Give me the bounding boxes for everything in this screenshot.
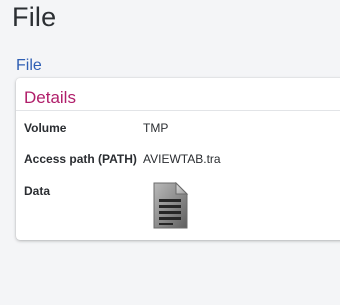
volume-value: TMP	[143, 121, 169, 135]
access-path-value: AVIEWTAB.tra	[143, 152, 221, 166]
details-card: Details Volume TMP Access path (PATH) AV…	[16, 78, 340, 240]
details-title: Details	[24, 88, 76, 107]
page-title: File	[12, 2, 57, 32]
file-section-link[interactable]: File	[16, 57, 42, 75]
file-page: File File Details Volume TMP Access path…	[0, 0, 340, 305]
document-icon-graphic	[153, 181, 189, 229]
document-icon[interactable]	[151, 181, 189, 230]
data-label: Data	[24, 184, 51, 198]
details-card-header: Details	[16, 78, 340, 111]
volume-label: Volume	[24, 121, 67, 135]
access-path-label: Access path (PATH)	[24, 152, 137, 166]
